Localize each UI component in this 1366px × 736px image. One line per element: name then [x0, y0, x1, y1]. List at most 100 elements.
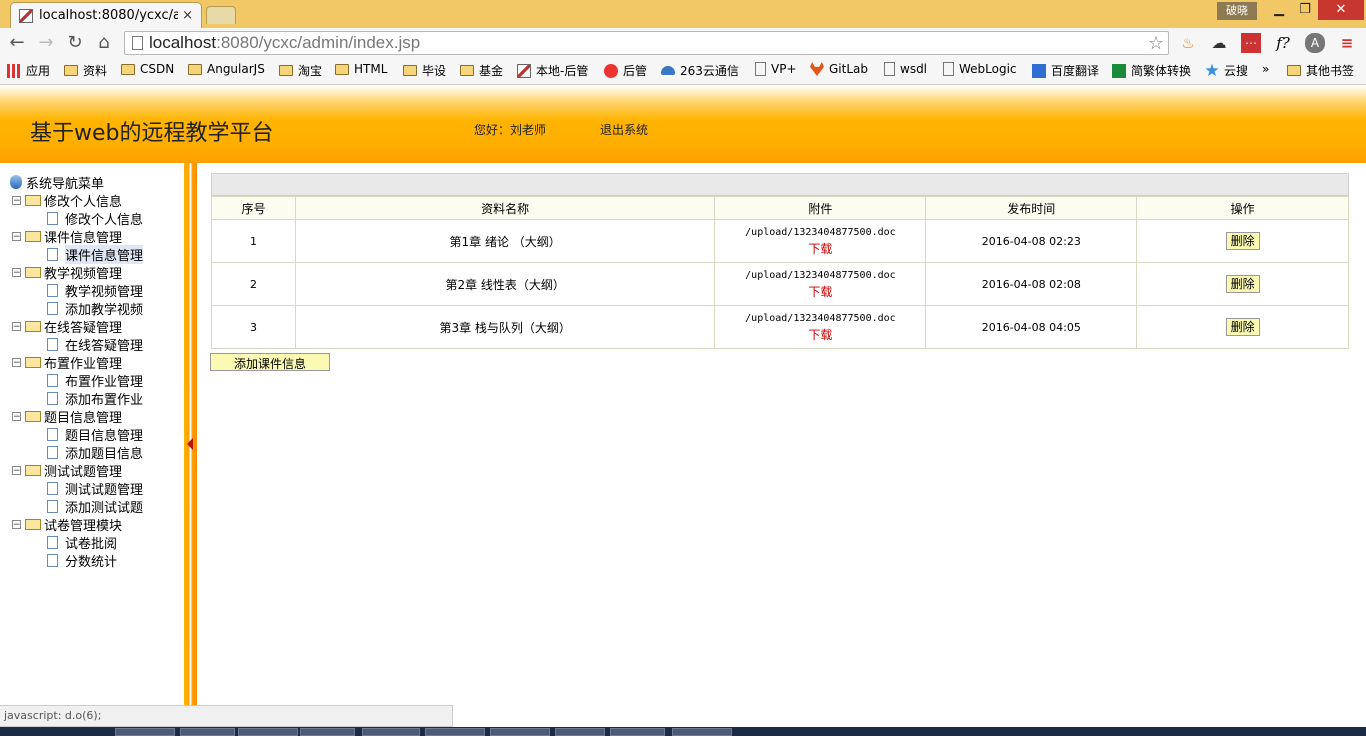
profile-badge[interactable]: 破晓 — [1217, 2, 1257, 20]
bookmark-item[interactable]: CSDN — [121, 62, 174, 76]
home-icon[interactable]: ⌂ — [93, 32, 115, 54]
nav-group-label: 教学视频管理 — [44, 266, 123, 282]
bookmark-item[interactable]: 基金 — [460, 62, 503, 79]
nav-item[interactable]: 教学视频管理 — [40, 281, 143, 300]
add-courseware-button[interactable]: 添加课件信息 — [210, 353, 330, 371]
download-link[interactable]: 下载 — [716, 240, 924, 257]
nav-item[interactable]: 在线答疑管理 — [40, 335, 144, 354]
nav-item[interactable]: 试卷批阅 — [40, 533, 117, 552]
tab-close-icon[interactable]: × — [182, 8, 193, 23]
document-icon — [47, 211, 58, 225]
bookmarks-more-icon[interactable]: » — [1262, 62, 1269, 76]
collapse-toggle-icon[interactable]: − — [12, 231, 21, 241]
table-row: 2 第2章 线性表（大纲） /upload/1323404877500.doc 下… — [211, 262, 1349, 306]
delete-button[interactable]: 删除 — [1225, 275, 1260, 293]
taskbar-item[interactable] — [490, 728, 550, 736]
nav-item[interactable]: 添加测试试题 — [40, 497, 143, 516]
taskbar-item[interactable] — [425, 728, 485, 736]
nav-item[interactable]: 添加题目信息 — [40, 443, 143, 462]
shield-icon[interactable]: A — [1305, 33, 1325, 53]
nav-item[interactable]: 课件信息管理 — [40, 244, 144, 264]
dots-icon[interactable]: ⋯ — [1241, 33, 1261, 53]
bookmark-item[interactable]: 263云通信 — [661, 62, 739, 79]
document-icon — [47, 445, 58, 459]
close-window-icon[interactable]: ✕ — [1318, 0, 1364, 20]
minimize-icon[interactable]: ▁ — [1266, 0, 1292, 20]
maximize-icon[interactable]: ❐ — [1292, 0, 1318, 20]
courseware-table: 序号 资料名称 附件 发布时间 操作 1 第1章 绪论 （大纲） /upload… — [211, 196, 1349, 349]
bookmark-item[interactable]: AngularJS — [188, 62, 265, 76]
nav-item[interactable]: 分数统计 — [40, 551, 117, 570]
nav-item[interactable]: 布置作业管理 — [40, 371, 143, 390]
nav-group[interactable]: − 题目信息管理 — [12, 407, 122, 426]
taskbar-item[interactable] — [180, 728, 235, 736]
new-tab-button[interactable] — [206, 6, 236, 24]
bookmark-item[interactable]: GitLab — [810, 62, 868, 76]
bookmark-item[interactable]: WebLogic — [943, 62, 1017, 76]
bookmark-item[interactable]: VP+ — [755, 62, 797, 76]
nav-item[interactable]: 测试试题管理 — [40, 479, 143, 498]
logout-link[interactable]: 退出系统 — [600, 121, 648, 138]
taskbar-item[interactable] — [238, 728, 298, 736]
address-bar[interactable]: localhost:8080/ycxc/admin/index.jsp ☆ — [124, 31, 1169, 55]
nav-item[interactable]: 添加教学视频 — [40, 299, 143, 318]
nav-group[interactable]: − 教学视频管理 — [12, 263, 123, 282]
bookmark-item[interactable]: 本地-后管 — [517, 62, 588, 79]
bookmark-item[interactable]: 淘宝 — [279, 62, 322, 79]
bookmark-item[interactable]: 百度翻译 — [1032, 62, 1099, 79]
taskbar-item[interactable] — [672, 728, 732, 736]
collapse-toggle-icon[interactable]: − — [12, 195, 21, 205]
taskbar-item[interactable] — [115, 728, 175, 736]
collapse-toggle-icon[interactable]: − — [12, 519, 21, 529]
cloud-icon[interactable]: ☁ — [1209, 33, 1229, 53]
nav-group[interactable]: − 在线答疑管理 — [12, 317, 122, 336]
nav-item-label: 在线答疑管理 — [65, 338, 144, 354]
f-icon[interactable]: f? — [1273, 33, 1293, 53]
bookmark-item[interactable]: 云搜 — [1205, 62, 1248, 79]
nav-item[interactable]: 题目信息管理 — [40, 425, 143, 444]
file-path: /upload/1323404877500.doc — [745, 270, 896, 281]
nav-group[interactable]: − 布置作业管理 — [12, 353, 122, 372]
collapse-toggle-icon[interactable]: − — [12, 357, 21, 367]
cell-name: 第3章 栈与队列（大纲） — [294, 305, 716, 349]
bookmark-star-icon[interactable]: ☆ — [1148, 33, 1164, 54]
download-link[interactable]: 下载 — [716, 283, 924, 300]
fire-icon[interactable]: ♨ — [1178, 33, 1198, 53]
forward-arrow-icon[interactable]: → — [35, 32, 57, 54]
nav-item[interactable]: 添加布置作业 — [40, 389, 143, 408]
bookmark-item[interactable]: HTML — [335, 62, 387, 76]
gitlab-icon — [810, 62, 824, 76]
browser-tab[interactable]: localhost:8080/ycxc/adm × — [10, 2, 202, 28]
bookmark-item[interactable]: 简繁体转换 — [1112, 62, 1191, 79]
delete-button[interactable]: 删除 — [1225, 318, 1260, 336]
bookmark-item[interactable]: wsdl — [884, 62, 927, 76]
taskbar-item[interactable] — [300, 728, 355, 736]
reload-icon[interactable]: ↻ — [64, 32, 86, 54]
nav-group-label: 修改个人信息 — [44, 194, 123, 210]
col-header-name: 资料名称 — [294, 196, 716, 220]
bookmark-item[interactable]: 后管 — [604, 62, 647, 79]
collapse-toggle-icon[interactable]: − — [12, 321, 21, 331]
taskbar-item[interactable] — [610, 728, 665, 736]
folder-open-icon — [25, 230, 41, 242]
nav-group[interactable]: − 课件信息管理 — [12, 227, 122, 246]
nav-group[interactable]: − 修改个人信息 — [12, 191, 123, 210]
bookmark-label: 毕设 — [422, 64, 447, 78]
collapse-arrow-icon[interactable] — [187, 438, 193, 450]
taskbar-item[interactable] — [362, 728, 420, 736]
delete-button[interactable]: 删除 — [1225, 232, 1260, 250]
menu-icon[interactable]: ≡ — [1337, 33, 1357, 53]
download-link[interactable]: 下载 — [716, 326, 924, 343]
other-bookmarks[interactable]: 其他书签 — [1287, 62, 1354, 79]
bookmark-apps[interactable]: 应用 — [7, 62, 50, 79]
back-arrow-icon[interactable]: ← — [6, 32, 28, 54]
bookmark-item[interactable]: 资料 — [64, 62, 107, 79]
nav-item[interactable]: 修改个人信息 — [40, 209, 143, 228]
taskbar-item[interactable] — [555, 728, 605, 736]
nav-group[interactable]: − 测试试题管理 — [12, 461, 122, 480]
collapse-toggle-icon[interactable]: − — [12, 465, 21, 475]
collapse-toggle-icon[interactable]: − — [12, 267, 21, 277]
bookmark-item[interactable]: 毕设 — [403, 62, 446, 79]
nav-group[interactable]: − 试卷管理模块 — [12, 515, 122, 534]
collapse-toggle-icon[interactable]: − — [12, 411, 21, 421]
